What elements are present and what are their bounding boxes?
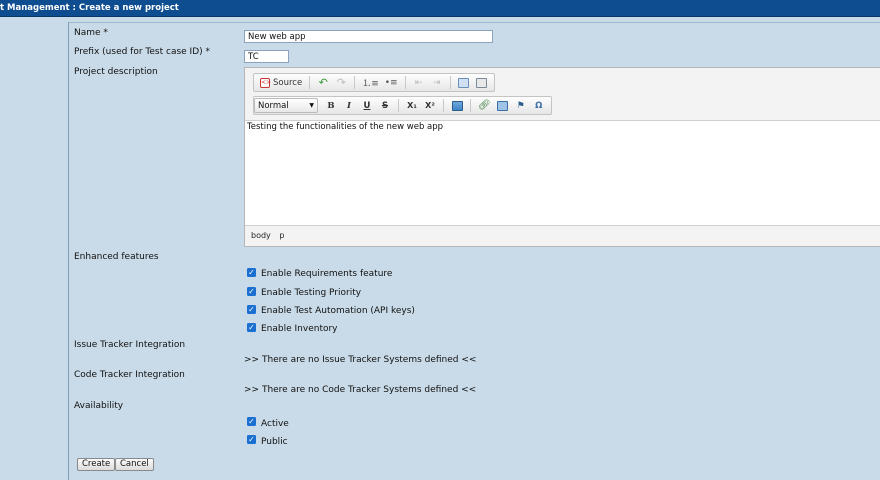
editor-toolbar-row-1: <> Source ↶ ↷ ⒈≡ •≡ ⇤ ⇥ <box>253 73 495 92</box>
public-label: Public <box>261 437 288 447</box>
toolbar-separator <box>404 76 406 89</box>
numbered-list-icon: ⒈≡ <box>362 79 379 89</box>
redo-icon: ↷ <box>336 76 346 89</box>
availability-label: Availability <box>74 401 124 411</box>
undo-button[interactable]: ↶ <box>315 75 331 90</box>
special-char-button[interactable]: Ω <box>531 98 547 113</box>
page-title-bar: t Management : Create a new project <box>0 0 880 17</box>
inventory-checkbox[interactable]: ✓ <box>247 323 256 332</box>
create-button[interactable]: Create <box>77 458 116 471</box>
code-tracker-label: Code Tracker Integration <box>74 370 185 380</box>
test-automation-checkbox[interactable]: ✓ <box>247 305 256 314</box>
outdent-button[interactable]: ⇤ <box>411 75 427 90</box>
image-icon <box>451 100 463 111</box>
path-body[interactable]: body <box>251 231 271 240</box>
toolbar-separator <box>449 76 451 89</box>
description-label: Project description <box>74 67 158 77</box>
requirements-label: Enable Requirements feature <box>261 269 393 279</box>
requirements-checkbox[interactable]: ✓ <box>247 268 256 277</box>
public-checkbox[interactable]: ✓ <box>247 435 256 444</box>
source-icon: <> <box>260 77 272 88</box>
issue-tracker-label: Issue Tracker Integration <box>74 340 186 350</box>
omega-label: Ω <box>535 100 543 111</box>
subscript-label: X₁ <box>407 101 417 110</box>
issue-tracker-message: >> There are no Issue Tracker Systems de… <box>244 355 477 365</box>
subscript-button[interactable]: X₁ <box>404 98 420 113</box>
numbered-list-button[interactable]: ⒈≡ <box>360 75 381 90</box>
chevron-down-icon: ▼ <box>309 102 314 109</box>
table-icon <box>497 100 509 111</box>
page-title: t Management : Create a new project <box>0 3 179 13</box>
italic-label: I <box>347 100 351 111</box>
strike-button[interactable]: S <box>377 98 393 113</box>
bold-label: B <box>327 100 335 111</box>
enhanced-features-label: Enhanced features <box>74 252 159 262</box>
blocks-button[interactable] <box>474 75 490 90</box>
testing-priority-checkbox[interactable]: ✓ <box>247 287 256 296</box>
anchor-button[interactable]: ⚑ <box>513 98 529 113</box>
undo-icon: ↶ <box>318 76 328 89</box>
strike-label: S <box>381 100 389 111</box>
path-p[interactable]: p <box>279 231 284 240</box>
inventory-label: Enable Inventory <box>261 324 338 334</box>
editor-content-text: Testing the functionalities of the new w… <box>247 122 444 132</box>
format-select-value: Normal <box>258 100 289 111</box>
cancel-button[interactable]: Cancel <box>115 458 154 471</box>
link-button[interactable]: 🔗︎ <box>476 98 493 113</box>
toolbar-separator <box>354 76 356 89</box>
underline-label: U <box>363 100 371 111</box>
image-button[interactable] <box>449 98 465 113</box>
code-tracker-message: >> There are no Code Tracker Systems def… <box>244 385 477 395</box>
name-label: Name * <box>74 28 108 38</box>
indent-button[interactable]: ⇥ <box>429 75 445 90</box>
superscript-button[interactable]: X² <box>422 98 438 113</box>
superscript-label: X² <box>425 101 435 110</box>
redo-button[interactable]: ↷ <box>333 75 349 90</box>
testing-priority-label: Enable Testing Priority <box>261 288 362 298</box>
test-automation-label: Enable Test Automation (API keys) <box>261 306 415 316</box>
toolbar-separator <box>470 99 471 112</box>
italic-button[interactable]: I <box>341 98 357 113</box>
source-button[interactable]: <> Source <box>258 75 304 90</box>
editor-content-area[interactable]: Testing the functionalities of the new w… <box>245 120 880 226</box>
blocks-icon <box>476 77 488 88</box>
flag-icon: ⚑ <box>516 100 525 111</box>
table-button[interactable] <box>495 98 511 113</box>
active-checkbox[interactable]: ✓ <box>247 417 256 426</box>
bulleted-list-icon: •≡ <box>384 77 398 88</box>
outdent-icon: ⇤ <box>414 77 423 88</box>
active-label: Active <box>261 419 289 429</box>
prefix-input[interactable] <box>244 50 289 63</box>
underline-button[interactable]: U <box>359 98 375 113</box>
prefix-label: Prefix (used for Test case ID) * <box>74 47 211 57</box>
bulleted-list-button[interactable]: •≡ <box>383 75 400 90</box>
toolbar-separator <box>443 99 444 112</box>
toolbar-separator <box>398 99 399 112</box>
rich-text-editor: <> Source ↶ ↷ ⒈≡ •≡ ⇤ ⇥ Normal ▼ B I U S… <box>244 67 880 247</box>
templates-button[interactable] <box>456 75 472 90</box>
editor-toolbar-row-2: Normal ▼ B I U S X₁ X² 🔗︎ ⚑ Ω <box>253 96 552 115</box>
source-label: Source <box>273 77 303 88</box>
link-icon: 🔗︎ <box>478 100 491 111</box>
editor-element-path: body p <box>251 231 284 240</box>
toolbar-separator <box>309 76 311 89</box>
bold-button[interactable]: B <box>323 98 339 113</box>
templates-icon <box>458 77 470 88</box>
format-select[interactable]: Normal ▼ <box>254 98 318 113</box>
name-input[interactable] <box>244 30 493 43</box>
indent-icon: ⇥ <box>432 77 441 88</box>
